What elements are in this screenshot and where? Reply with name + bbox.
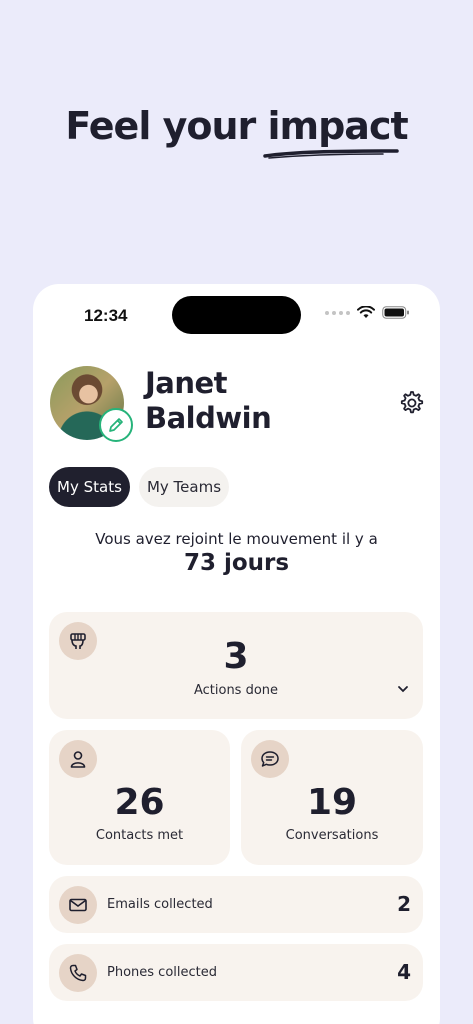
person-icon — [70, 751, 86, 768]
chevron-down-icon[interactable] — [397, 684, 409, 694]
actions-value: 3 — [223, 636, 249, 677]
settings-button[interactable] — [399, 390, 425, 420]
headline-part2: impact — [267, 104, 408, 148]
joined-text: Vous avez rejoint le mouvement il y a — [95, 530, 378, 548]
conversations-value: 19 — [306, 782, 358, 823]
actions-card[interactable]: 3 Actions done — [49, 612, 423, 719]
phone-icon — [69, 964, 87, 982]
pencil-icon — [109, 418, 123, 432]
envelope-icon — [69, 898, 87, 912]
headline: Feel your impact — [0, 104, 473, 159]
conversations-icon-circle — [251, 740, 289, 778]
contacts-label: Contacts met — [95, 828, 184, 843]
phones-row: Phones collected 4 — [49, 944, 423, 1001]
gear-icon — [400, 391, 424, 414]
phone-frame: 12:34 Janet Baldwin My Stats My Teams Vo… — [33, 284, 440, 1024]
last-name: Baldwin — [145, 401, 272, 435]
headline-part1: Feel your — [65, 104, 256, 148]
headline-impact: impact — [263, 104, 409, 159]
status-icons — [325, 306, 410, 319]
tab-my-teams[interactable]: My Teams — [139, 467, 229, 507]
actions-label: Actions done — [193, 683, 279, 698]
emails-value: 2 — [397, 892, 411, 916]
phones-label: Phones collected — [107, 965, 217, 980]
edit-profile-button[interactable] — [99, 408, 133, 442]
joined-days: 73 jours — [183, 550, 290, 576]
contacts-value: 26 — [114, 782, 165, 823]
emails-icon-circle — [59, 886, 97, 924]
wifi-icon — [357, 306, 375, 318]
contacts-card: 26 Contacts met — [49, 730, 230, 865]
profile-name: Janet Baldwin — [145, 366, 272, 436]
conversations-label: Conversations — [285, 828, 379, 843]
dynamic-island — [172, 296, 301, 334]
signal-dots-icon — [325, 310, 350, 315]
battery-icon — [382, 306, 409, 319]
status-time: 12:34 — [84, 306, 128, 325]
emails-row: Emails collected 2 — [49, 876, 423, 933]
conversations-card: 19 Conversations — [241, 730, 423, 865]
emails-label: Emails collected — [107, 897, 213, 912]
first-name: Janet — [145, 366, 228, 400]
chat-bubble-icon — [261, 751, 279, 767]
contacts-icon-circle — [59, 740, 97, 778]
tab-my-stats[interactable]: My Stats — [49, 467, 130, 507]
phones-value: 4 — [397, 960, 411, 984]
phones-icon-circle — [59, 954, 97, 992]
underline-decoration — [263, 149, 400, 159]
